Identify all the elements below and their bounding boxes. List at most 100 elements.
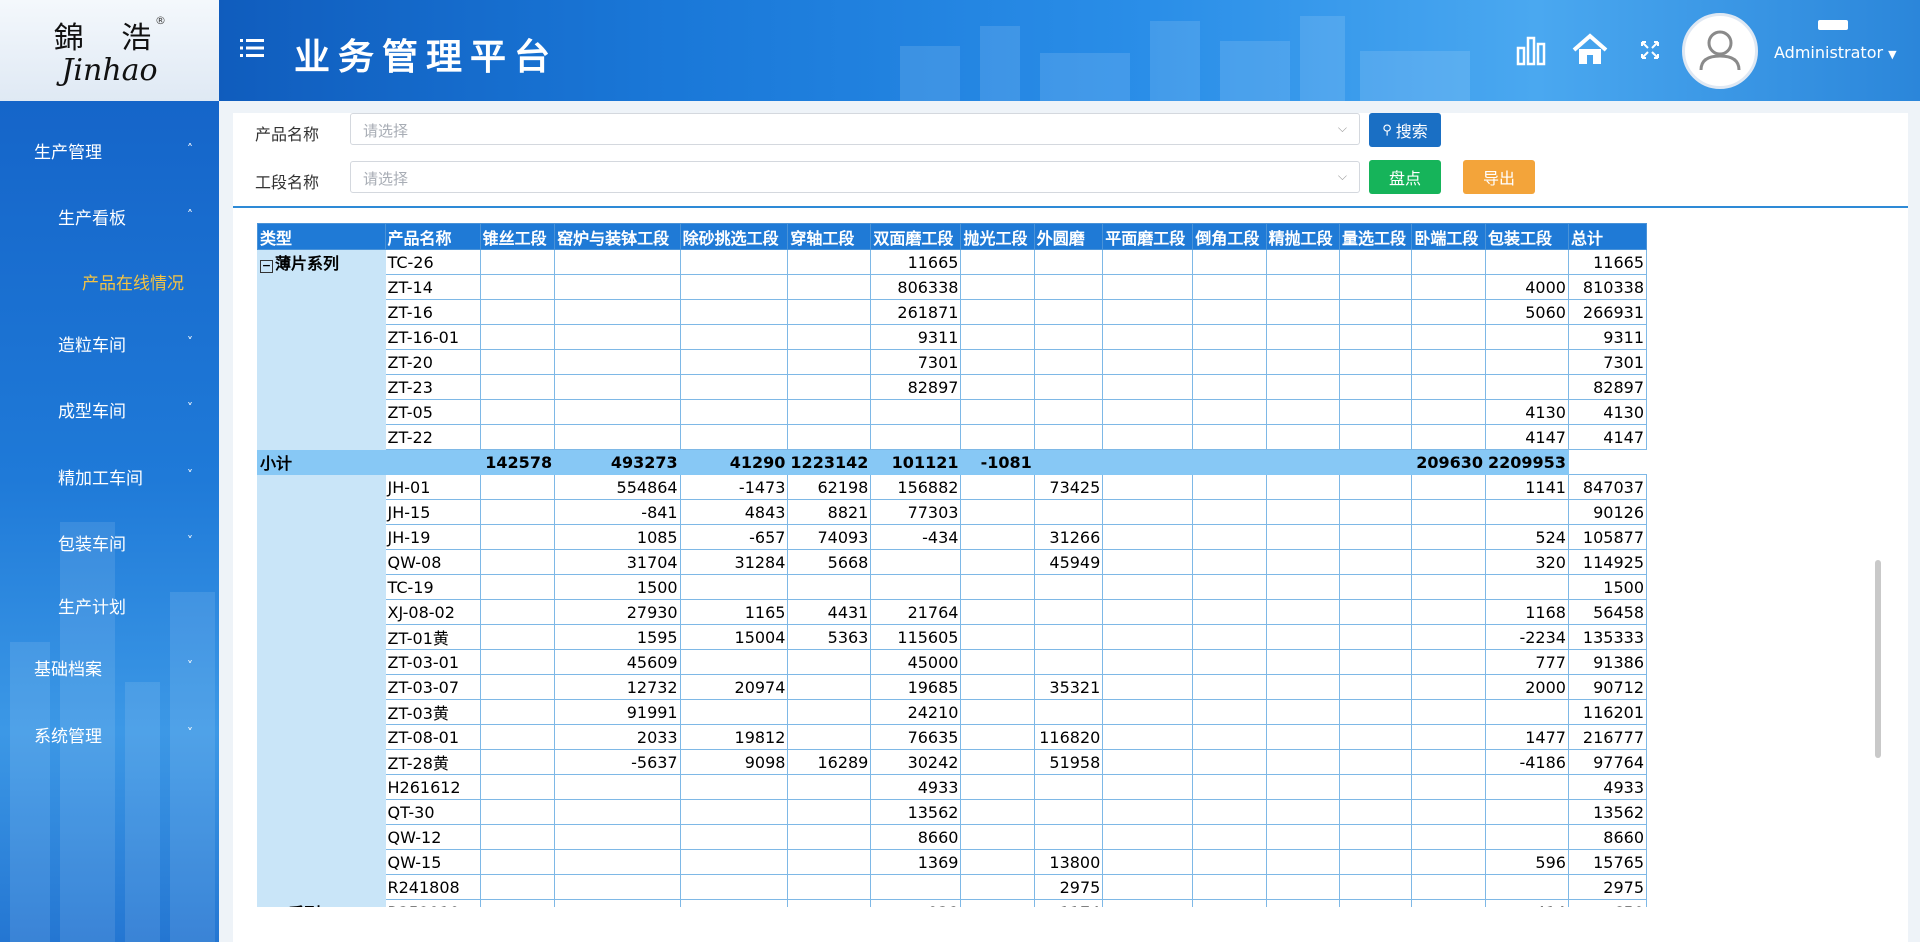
value-cell: 19812 — [679, 724, 789, 750]
value-cell — [787, 374, 872, 400]
sidebar-item-finishing[interactable]: 精加工车间 ˅ — [0, 456, 219, 496]
home-icon[interactable] — [1570, 30, 1610, 70]
sidebar-item-packaging[interactable]: 包装车间 ˅ — [0, 522, 219, 562]
value-cell — [960, 374, 1035, 400]
value-cell — [479, 749, 556, 775]
user-menu[interactable]: Administrator ▼ — [1774, 43, 1897, 62]
table-row: ZT-14 806338 4000 810338 — [258, 274, 1647, 300]
value-cell: 82897 — [870, 374, 962, 400]
sidebar-item-production-board[interactable]: 生产看板 ˄ — [0, 196, 219, 236]
value-cell: 2975 — [1567, 874, 1647, 900]
value-cell — [1192, 724, 1267, 750]
value-cell: 31704 — [554, 549, 681, 575]
sidebar-item-label: 精加工车间 — [58, 468, 143, 489]
value-cell — [960, 299, 1035, 325]
group-type-cell[interactable]: − 薄片系列 — [257, 249, 386, 450]
inventory-button[interactable]: 盘点 — [1369, 160, 1441, 194]
column-header: 包装工段 — [1485, 223, 1569, 250]
sidebar-item-forming[interactable]: 成型车间 ˅ — [0, 389, 219, 429]
value-cell — [679, 249, 789, 275]
value-cell — [679, 299, 789, 325]
value-cell — [1338, 699, 1413, 725]
stage-name-select[interactable]: 请选择 ⌵ — [350, 161, 1360, 193]
sidebar-item-production[interactable]: 生产管理 ˄ — [0, 130, 219, 170]
product-name-cell: QW-15 — [384, 849, 481, 875]
value-cell — [870, 874, 962, 900]
value-cell — [479, 349, 556, 375]
value-cell — [960, 674, 1035, 700]
collapse-icon[interactable]: − — [260, 260, 273, 273]
value-cell — [1033, 249, 1104, 275]
sidebar-item-product-online[interactable]: 产品在线情况 — [0, 261, 219, 301]
value-cell — [479, 524, 556, 550]
value-cell — [479, 274, 556, 300]
value-cell: 938 — [870, 899, 962, 907]
value-cell — [1485, 699, 1569, 725]
value-cell: 266931 — [1567, 299, 1647, 325]
menu-icon[interactable] — [240, 36, 266, 60]
value-cell: 777 — [1485, 649, 1569, 675]
header-skyline — [900, 46, 960, 101]
value-cell — [960, 249, 1035, 275]
value-cell — [1033, 824, 1104, 850]
value-cell — [1265, 349, 1340, 375]
value-cell — [1265, 499, 1340, 525]
value-cell: 16289 — [787, 749, 872, 775]
value-cell — [1033, 424, 1104, 450]
value-cell — [960, 624, 1035, 650]
value-cell — [1411, 624, 1487, 650]
value-cell — [1338, 249, 1413, 275]
table-row: ZT-03-01 45609 45000 777 91386 — [258, 649, 1647, 675]
sidebar-item-production-plan[interactable]: 生产计划 — [0, 585, 219, 625]
value-cell — [1265, 874, 1340, 900]
value-cell: 524 — [1485, 524, 1569, 550]
value-cell — [960, 274, 1035, 300]
value-cell: 5060 — [1485, 299, 1569, 325]
page-scrollbar[interactable] — [1875, 560, 1881, 758]
pivot-table-container[interactable]: 类型 产品名称 锥丝工段 窑炉与装钵工段 除砂挑选工段 穿轴工段 双面磨工段 抛光工段 外圆磨平… — [257, 223, 1647, 907]
value-cell: 5363 — [787, 624, 872, 650]
value-cell — [870, 574, 962, 600]
value-cell — [1102, 824, 1194, 850]
pivot-table: 类型 产品名称 锥丝工段 窑炉与装钵工段 除砂挑选工段 穿轴工段 双面磨工段 抛光工段 外圆磨平… — [257, 223, 1647, 907]
value-cell — [479, 849, 556, 875]
value-cell — [679, 649, 789, 675]
subtotal-value: 101121 — [870, 449, 962, 475]
value-cell — [1265, 324, 1340, 350]
value-cell — [1411, 499, 1487, 525]
value-cell — [787, 824, 872, 850]
value-cell — [479, 549, 556, 575]
chevron-down-icon: ⌵ — [1337, 121, 1347, 135]
subtotal-row: 小计 142578 493273 41290 1223142 101121 -1081 209… — [257, 449, 1647, 475]
fullscreen-icon[interactable] — [1630, 30, 1670, 70]
export-button[interactable]: 导出 — [1463, 160, 1535, 194]
product-name-cell: ZT-08-01 — [384, 724, 481, 750]
value-cell — [479, 724, 556, 750]
value-cell: 45609 — [554, 649, 681, 675]
value-cell: 105877 — [1567, 524, 1647, 550]
sidebar-item-granulation[interactable]: 造粒车间 ˅ — [0, 323, 219, 363]
user-avatar-icon[interactable] — [1682, 13, 1758, 89]
value-cell — [1102, 474, 1194, 500]
value-cell — [1265, 624, 1340, 650]
value-cell — [787, 649, 872, 675]
value-cell: 4933 — [870, 774, 962, 800]
sidebar-item-system[interactable]: 系统管理 ˅ — [0, 714, 219, 754]
search-button[interactable]: ⚲ 搜索 — [1369, 113, 1441, 147]
value-cell — [1485, 799, 1569, 825]
value-cell — [1192, 274, 1267, 300]
sidebar-item-basic-records[interactable]: 基础档案 ˅ — [0, 647, 219, 687]
value-cell — [1192, 549, 1267, 575]
bar-chart-icon[interactable] — [1512, 30, 1552, 70]
search-button-label: 搜索 — [1395, 122, 1428, 141]
value-cell — [554, 324, 681, 350]
group-type-cell[interactable]: −H系列 — [257, 899, 386, 907]
table-row: JH-15 -841 4843 8821 77303 90126 — [258, 499, 1647, 525]
product-name-select[interactable]: 请选择 ⌵ — [350, 113, 1360, 145]
chevron-down-icon: ˅ — [187, 468, 193, 482]
product-name-cell: ZT-20 — [384, 349, 481, 375]
value-cell — [1338, 374, 1413, 400]
value-cell — [1265, 524, 1340, 550]
value-cell — [960, 774, 1035, 800]
value-cell: 156882 — [870, 474, 962, 500]
